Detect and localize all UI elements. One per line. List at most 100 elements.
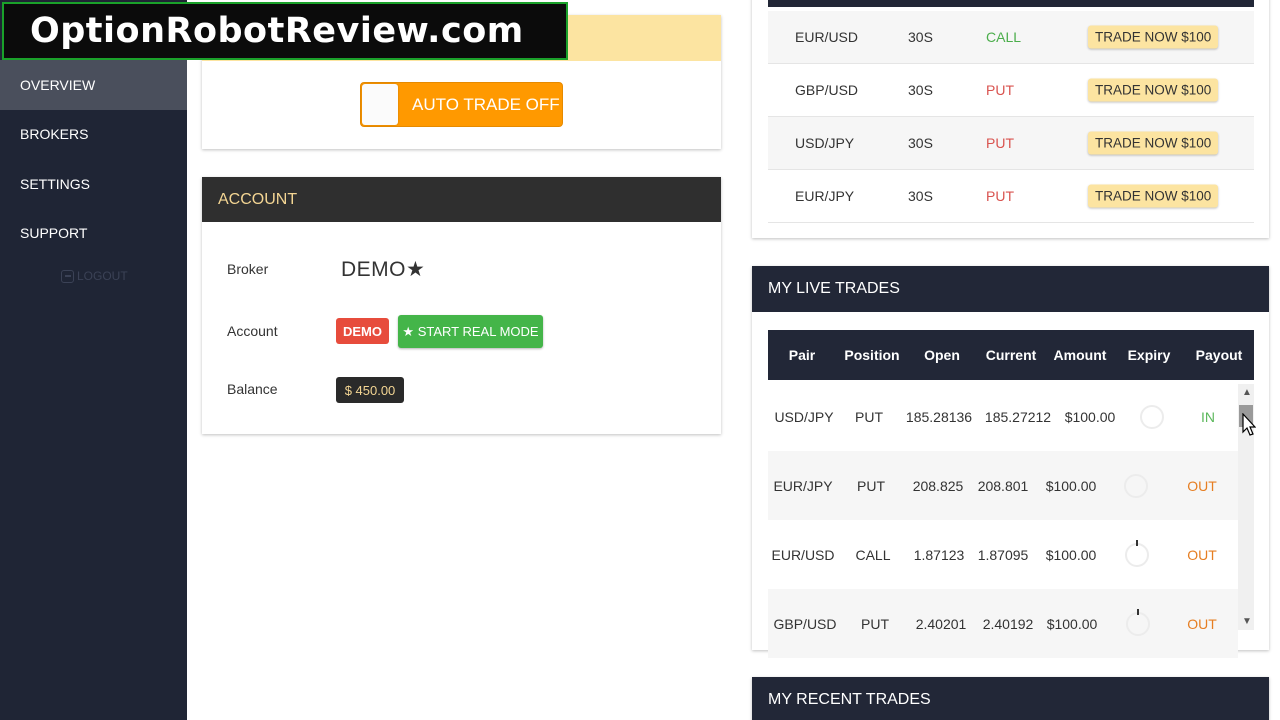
trade-payout: IN <box>1201 408 1215 425</box>
trade-open: 185.28136 <box>905 408 973 425</box>
trade-now-button[interactable]: TRADE NOW $100 <box>1088 78 1219 102</box>
balance-badge: $ 450.00 <box>336 377 404 403</box>
balance-label: Balance <box>227 381 278 397</box>
signal-expiry: 30S <box>908 29 933 45</box>
live-trade-row: GBP/USD PUT 2.40201 2.40192 $100.00 OUT <box>768 589 1238 658</box>
sidebar-item-label: SETTINGS <box>20 175 91 192</box>
signal-direction: CALL <box>986 29 1022 45</box>
trade-amount: $100.00 <box>1045 477 1097 494</box>
account-panel-header: ACCOUNT <box>202 177 721 222</box>
column-header-current: Current <box>985 347 1037 363</box>
signals-table-header <box>768 0 1254 7</box>
column-header-expiry: Expiry <box>1127 347 1171 363</box>
column-header-amount: Amount <box>1053 347 1107 363</box>
trade-amount: $100.00 <box>1045 546 1097 563</box>
trade-open: 2.40201 <box>915 615 967 632</box>
live-trades-table-header: Pair Position Open Current Amount Expiry… <box>768 330 1254 380</box>
recent-trades-panel: MY RECENT TRADES <box>752 677 1269 720</box>
broker-value: DEMO★ <box>341 258 426 281</box>
sidebar-item-label: SUPPORT <box>20 225 88 242</box>
sidebar-item-label: BROKERS <box>20 126 89 143</box>
signal-row: GBP/USD 30S PUT TRADE NOW $100 <box>768 64 1254 117</box>
sidebar-item-settings[interactable]: SETTINGS <box>0 159 187 209</box>
account-type-text: DEMO <box>343 323 382 339</box>
trade-current: 1.87095 <box>977 546 1029 563</box>
signal-direction: PUT <box>986 188 1014 204</box>
signal-expiry: 30S <box>908 82 933 98</box>
auto-trade-label: AUTO TRADE OFF <box>412 94 560 114</box>
logout-link[interactable]: LOGOUT <box>61 269 128 283</box>
live-trades-title: MY LIVE TRADES <box>768 280 900 297</box>
sidebar-nav: OVERVIEW BROKERS SETTINGS SUPPORT <box>0 60 187 258</box>
sidebar-item-support[interactable]: SUPPORT <box>0 209 187 259</box>
trade-open: 208.825 <box>912 477 964 494</box>
trade-open: 1.87123 <box>913 546 965 563</box>
toggle-knob[interactable] <box>362 84 398 125</box>
signal-pair: EUR/JPY <box>795 188 855 204</box>
trade-payout: OUT <box>1187 477 1217 494</box>
signal-pair: GBP/USD <box>795 82 859 98</box>
signal-row: EUR/USD 30S CALL TRADE NOW $100 <box>768 11 1254 64</box>
start-real-mode-label: ★ START REAL MODE <box>402 323 539 339</box>
trade-now-button[interactable]: TRADE NOW $100 <box>1088 184 1219 208</box>
expiry-timer-icon <box>1126 608 1150 636</box>
trade-pair: EUR/JPY <box>773 477 833 494</box>
signal-expiry: 30S <box>908 188 933 204</box>
sidebar: OVERVIEW BROKERS SETTINGS SUPPORT LOGOUT <box>0 0 187 720</box>
column-header-position: Position <box>844 347 900 363</box>
live-trades-panel: MY LIVE TRADES Pair Position Open Curren… <box>752 266 1269 658</box>
scroll-up-icon[interactable]: ▲ <box>1242 387 1252 398</box>
watermark-text: OptionRobotReview.com <box>30 11 524 51</box>
balance-value: $ 450.00 <box>344 382 396 398</box>
trade-payout: OUT <box>1187 615 1217 632</box>
expiry-timer-icon <box>1140 404 1164 429</box>
column-header-pair: Pair <box>788 347 816 363</box>
logout-label: LOGOUT <box>77 269 128 283</box>
live-trade-row: USD/JPY PUT 185.28136 185.27212 $100.00 … <box>768 382 1238 451</box>
trade-pair: GBP/USD <box>773 615 837 632</box>
sidebar-item-overview[interactable]: OVERVIEW <box>0 60 187 110</box>
trade-current: 185.27212 <box>984 408 1052 425</box>
trade-position: PUT <box>855 408 883 425</box>
trade-position: PUT <box>861 615 889 632</box>
signal-expiry: 30S <box>908 135 933 151</box>
expiry-timer-icon <box>1125 539 1149 567</box>
expiry-timer-icon <box>1124 473 1148 498</box>
recent-trades-header: MY RECENT TRADES <box>752 677 1269 720</box>
account-title: ACCOUNT <box>218 190 298 208</box>
live-trades-header: MY LIVE TRADES <box>752 266 1269 312</box>
signal-row: EUR/JPY 30S PUT TRADE NOW $100 <box>768 170 1254 223</box>
trade-now-button[interactable]: TRADE NOW $100 <box>1088 131 1219 155</box>
trade-now-button[interactable]: TRADE NOW $100 <box>1088 25 1219 49</box>
trade-amount: $100.00 <box>1064 408 1116 425</box>
scroll-down-icon[interactable]: ▼ <box>1242 616 1252 627</box>
signal-direction: PUT <box>986 82 1014 98</box>
trade-current: 2.40192 <box>982 615 1034 632</box>
trade-position: CALL <box>855 546 891 563</box>
trade-current: 208.801 <box>977 477 1029 494</box>
account-type-badge: DEMO <box>336 318 389 344</box>
signal-direction: PUT <box>986 135 1014 151</box>
account-label: Account <box>227 323 278 339</box>
live-trade-row: EUR/USD CALL 1.87123 1.87095 $100.00 OUT <box>768 520 1238 589</box>
trade-payout: OUT <box>1187 546 1217 563</box>
recent-trades-title: MY RECENT TRADES <box>768 691 931 708</box>
start-real-mode-button[interactable]: ★ START REAL MODE <box>398 315 543 348</box>
trade-position: PUT <box>857 477 885 494</box>
mouse-cursor-icon <box>1242 413 1256 436</box>
column-header-payout: Payout <box>1195 347 1243 363</box>
broker-label: Broker <box>227 261 269 277</box>
column-header-open: Open <box>924 347 960 363</box>
trade-amount: $100.00 <box>1046 615 1098 632</box>
signal-pair: USD/JPY <box>795 135 855 151</box>
watermark-banner: OptionRobotReview.com <box>2 2 568 60</box>
logout-icon <box>61 269 74 283</box>
auto-trade-toggle[interactable]: AUTO TRADE OFF <box>360 82 563 127</box>
signals-panel: EUR/USD 30S CALL TRADE NOW $100 GBP/USD … <box>752 0 1269 238</box>
trade-pair: USD/JPY <box>774 408 834 425</box>
account-panel: ACCOUNT Broker DEMO★ Account DEMO ★ STAR… <box>202 177 721 434</box>
sidebar-item-brokers[interactable]: BROKERS <box>0 110 187 160</box>
live-trade-row: EUR/JPY PUT 208.825 208.801 $100.00 OUT <box>768 451 1238 520</box>
sidebar-item-label: OVERVIEW <box>20 76 96 93</box>
trade-pair: EUR/USD <box>771 546 835 563</box>
